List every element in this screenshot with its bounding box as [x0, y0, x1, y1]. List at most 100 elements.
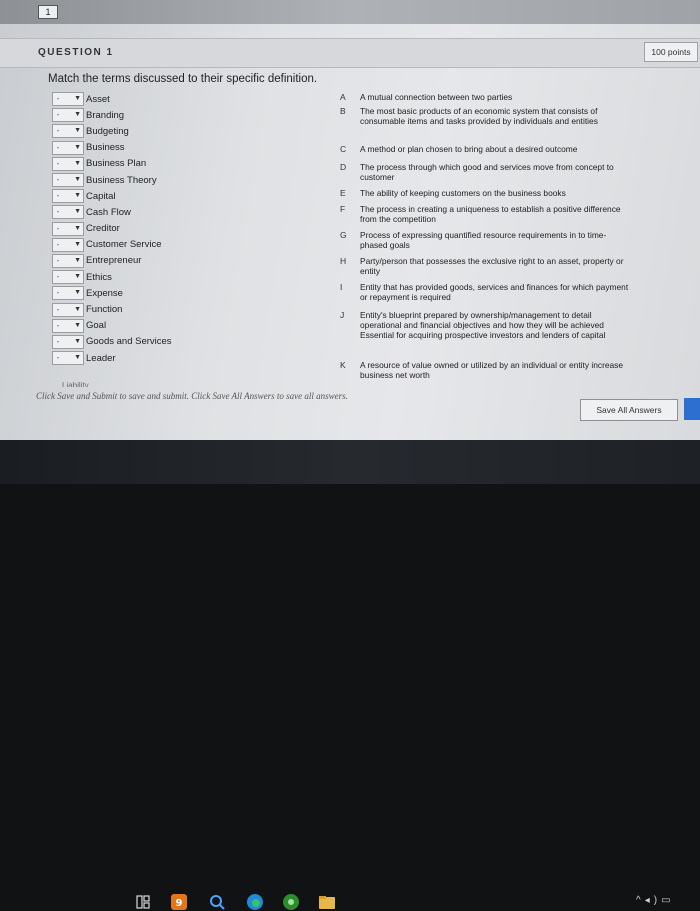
system-tray[interactable]: ^◂)▭	[636, 895, 675, 906]
definition-row: F The process in creating a uniqueness to…	[340, 204, 640, 224]
definition-text: The most basic products of an economic s…	[360, 106, 598, 126]
term-label: Creditor	[86, 223, 120, 235]
term-label: Capital	[86, 190, 116, 202]
definition-row: E The ability of keeping customers on the…	[340, 188, 640, 198]
term-answer-select[interactable]: - ▼	[52, 286, 84, 301]
term-row: - ▼ Customer Service	[52, 237, 292, 253]
select-placeholder: -	[56, 304, 60, 314]
definition-text: A method or plan chosen to bring about a…	[360, 144, 578, 154]
select-placeholder: -	[56, 158, 60, 168]
term-answer-select[interactable]: - ▼	[52, 124, 84, 139]
chevron-up-icon[interactable]: ^	[636, 895, 645, 906]
term-answer-select[interactable]: - ▼	[52, 351, 84, 366]
definition-text: Entity's blueprint prepared by ownership…	[360, 310, 606, 340]
definition-row: G Process of expressing quantified resour…	[340, 230, 640, 250]
term-row: - ▼ Goal	[52, 318, 292, 334]
chevron-down-icon[interactable]: ▼	[63, 304, 81, 316]
top-navigation-bar: 1	[0, 0, 700, 24]
term-answer-select[interactable]: - ▼	[52, 205, 84, 220]
xbox-icon[interactable]	[282, 893, 300, 911]
chevron-down-icon[interactable]: ▼	[63, 271, 81, 283]
chevron-down-icon[interactable]: ▼	[63, 206, 81, 218]
chevron-down-icon[interactable]: ▼	[63, 336, 81, 348]
definition-row: J Entity's blueprint prepared by ownershi…	[340, 310, 640, 340]
select-placeholder: -	[56, 255, 60, 265]
term-answer-select[interactable]: - ▼	[52, 221, 84, 236]
term-answer-select[interactable]: - ▼	[52, 302, 84, 317]
definition-text: Process of expressing quantified resourc…	[360, 230, 607, 250]
select-placeholder: -	[56, 223, 60, 233]
term-answer-select[interactable]: - ▼	[52, 140, 84, 155]
definition-letter: C	[340, 144, 347, 154]
term-label: Business	[86, 142, 125, 154]
term-answer-select[interactable]: - ▼	[52, 270, 84, 285]
question-points-badge: 100 points	[644, 42, 698, 62]
chevron-down-icon[interactable]: ▼	[63, 125, 81, 137]
definition-row: C A method or plan chosen to bring about …	[340, 144, 640, 154]
chevron-down-icon[interactable]: ▼	[63, 255, 81, 267]
select-placeholder: -	[56, 94, 60, 104]
term-answer-select[interactable]: - ▼	[52, 253, 84, 268]
chevron-down-icon[interactable]: ▼	[63, 174, 81, 186]
select-placeholder: -	[56, 142, 60, 152]
definition-letter: D	[340, 162, 347, 172]
select-placeholder: -	[56, 126, 60, 136]
term-label: Leader	[86, 352, 116, 364]
chevron-down-icon[interactable]: ▼	[63, 142, 81, 154]
term-row: - ▼ Leader	[52, 350, 292, 366]
term-answer-select[interactable]: - ▼	[52, 318, 84, 333]
term-label: Goods and Services	[86, 336, 172, 348]
speaker-icon[interactable]: ◂)	[645, 895, 661, 906]
question-title: QUESTION 1	[38, 47, 114, 58]
definition-letter: G	[340, 230, 347, 240]
definition-text: The process in creating a uniqueness to …	[360, 204, 621, 224]
term-row: - ▼ Asset	[52, 91, 292, 107]
question-instruction: Match the terms discussed to their speci…	[48, 73, 318, 85]
term-answer-select[interactable]: - ▼	[52, 189, 84, 204]
select-placeholder: -	[56, 175, 60, 185]
chevron-down-icon[interactable]: ▼	[63, 320, 81, 332]
cut-off-term: Liability	[62, 381, 89, 387]
definition-text: Entity that has provided goods, services…	[360, 282, 629, 302]
edge-icon[interactable]	[246, 893, 264, 911]
term-answer-select[interactable]: - ▼	[52, 237, 84, 252]
select-placeholder: -	[56, 353, 60, 363]
term-row: - ▼ Ethics	[52, 269, 292, 285]
term-answer-select[interactable]: - ▼	[52, 92, 84, 107]
task-view-icon[interactable]	[134, 893, 152, 911]
term-answer-select[interactable]: - ▼	[52, 156, 84, 171]
term-answer-select[interactable]: - ▼	[52, 334, 84, 349]
term-answer-select[interactable]: - ▼	[52, 173, 84, 188]
term-row: - ▼ Entrepreneur	[52, 253, 292, 269]
term-label: Business Theory	[86, 174, 157, 186]
term-row: - ▼ Budgeting	[52, 123, 292, 139]
chevron-down-icon[interactable]: ▼	[63, 287, 81, 299]
save-all-answers-button[interactable]: Save All Answers	[580, 399, 678, 421]
definition-text: A mutual connection between two parties	[360, 92, 513, 102]
chevron-down-icon[interactable]: ▼	[63, 352, 81, 364]
chevron-down-icon[interactable]: ▼	[63, 223, 81, 235]
term-label: Business Plan	[86, 158, 147, 170]
yahoo-icon[interactable]: 9	[170, 893, 188, 911]
chevron-down-icon[interactable]: ▼	[63, 93, 81, 105]
battery-icon[interactable]: ▭	[661, 895, 674, 906]
definition-letter: F	[340, 204, 346, 214]
definition-text: A resource of value owned or utilized by…	[360, 360, 624, 380]
windows-taskbar: 9 ^◂)▭	[0, 440, 700, 910]
definition-letter: A	[340, 92, 346, 102]
chevron-down-icon[interactable]: ▼	[63, 239, 81, 251]
search-icon[interactable]	[208, 893, 226, 911]
select-placeholder: -	[56, 272, 60, 282]
chevron-down-icon[interactable]: ▼	[63, 109, 81, 121]
chevron-down-icon[interactable]: ▼	[63, 158, 81, 170]
file-explorer-icon[interactable]	[318, 893, 336, 911]
page-indicator[interactable]: 1	[38, 5, 58, 19]
select-placeholder: -	[56, 207, 60, 217]
select-placeholder: -	[56, 239, 60, 249]
term-answer-select[interactable]: - ▼	[52, 108, 84, 123]
chevron-down-icon[interactable]: ▼	[63, 190, 81, 202]
definition-letter: K	[340, 360, 346, 370]
save-and-submit-button-edge[interactable]	[684, 398, 700, 420]
term-row: - ▼ Business Plan	[52, 156, 292, 172]
term-label: Cash Flow	[86, 206, 131, 218]
